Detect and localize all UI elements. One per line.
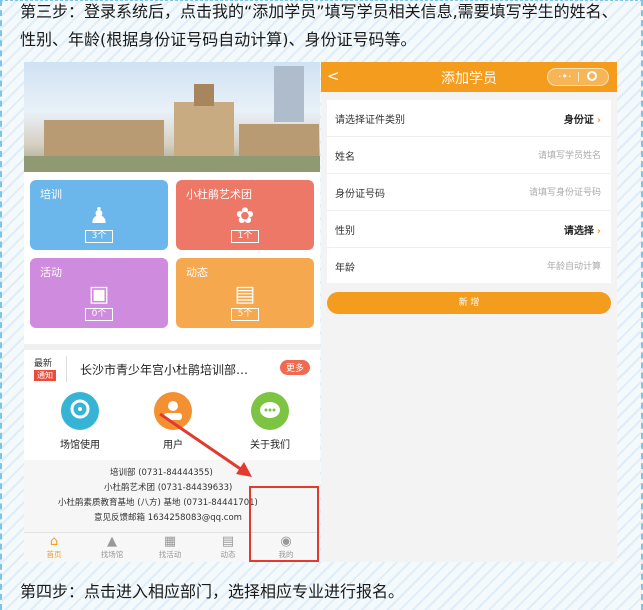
tab-home[interactable]: ⌂ 首页 xyxy=(28,535,80,560)
chevron-right-icon: › xyxy=(596,226,601,237)
tile-training[interactable]: 培训 ♟ 3个 xyxy=(30,180,168,250)
tile-title: 活动 xyxy=(40,266,62,279)
id-type-value: 身份证 xyxy=(563,115,594,126)
news-bar[interactable]: 最新 通知 长沙市青少年宫小杜鹃培训部… 更多 xyxy=(24,344,320,388)
divider xyxy=(66,356,67,382)
chat-icon[interactable] xyxy=(251,392,289,430)
nav-header: < 添加学员 ·•· xyxy=(321,62,617,92)
campus-banner xyxy=(24,62,320,172)
more-button[interactable]: 更多 xyxy=(280,360,311,375)
field-value: 请选择 › xyxy=(564,222,601,237)
location-icon[interactable] xyxy=(61,392,99,430)
tile-title: 小杜鹃艺术团 xyxy=(186,188,252,201)
tab-label: 找场馆 xyxy=(100,550,124,559)
id-type-field[interactable]: 请选择证件类别 身份证 › xyxy=(327,100,611,137)
annotation-highlight-box xyxy=(249,486,319,562)
tab-activities[interactable]: ▦ 找活动 xyxy=(144,535,196,560)
tab-venues[interactable]: ▲ 找场馆 xyxy=(86,535,138,560)
field-label: 年龄 xyxy=(335,263,355,274)
tab-feed[interactable]: ▤ 动态 xyxy=(202,535,254,560)
gender-field[interactable]: 性别 请选择 › xyxy=(327,211,611,248)
tab-label: 动态 xyxy=(220,550,236,559)
home-icon: ⌂ xyxy=(49,534,59,549)
id-number-placeholder: 请填写身份证号码 xyxy=(528,188,601,198)
contact-line: 小杜鹃艺术团 (0731-84439633) xyxy=(104,483,233,493)
field-label: 性别 xyxy=(335,226,355,237)
name-field[interactable]: 姓名 请填写学员姓名 xyxy=(327,137,611,174)
divider xyxy=(578,72,579,82)
gender-value: 请选择 xyxy=(563,226,594,237)
field-value: 身份证 › xyxy=(564,111,601,126)
age-placeholder: 年龄自动计算 xyxy=(546,262,601,272)
venue-icon: ▲ xyxy=(107,534,117,549)
latest-label: 最新 xyxy=(34,359,53,369)
flower-icon: ✿ xyxy=(235,204,255,229)
more-icon[interactable]: ·•· xyxy=(558,70,571,84)
activity-icon: ▦ xyxy=(163,534,177,549)
people-icon: ♟ xyxy=(89,204,109,229)
tile-title: 培训 xyxy=(40,188,62,201)
contact-line: 培训部 (0731-84444355) xyxy=(110,468,213,478)
step4-text: 第四步：点击进入相应部门，选择相应专业进行报名。 xyxy=(20,582,405,601)
contact-line: 意见反馈邮箱 1634258083@qq.com xyxy=(94,513,242,523)
step3-text: 第三步：登录系统后，点击我的“添加学员”填写学员相关信息,需要填写学生的姓名、性… xyxy=(20,2,618,49)
tile-count: 3个 xyxy=(85,230,113,243)
close-target-icon[interactable] xyxy=(587,71,597,81)
student-form: 请选择证件类别 身份证 › 姓名 请填写学员姓名 身份证号码 请填写身份证号码 性… xyxy=(327,100,611,283)
age-field: 年龄 年龄自动计算 xyxy=(327,248,611,284)
tile-art-troupe[interactable]: 小杜鹃艺术团 ✿ 1个 xyxy=(176,180,314,250)
id-number-field[interactable]: 身份证号码 请填写身份证号码 xyxy=(327,174,611,211)
add-button[interactable]: 新 增 xyxy=(327,292,611,314)
name-placeholder: 请填写学员姓名 xyxy=(537,151,601,161)
news-headline[interactable]: 长沙市青少年宫小杜鹃培训部… xyxy=(80,361,248,378)
shortcut-label: 用户 xyxy=(163,440,183,451)
tile-count: 5个 xyxy=(231,308,259,321)
notice-badge: 通知 xyxy=(34,370,56,381)
field-label: 姓名 xyxy=(335,152,355,163)
add-student-screenshot: < 添加学员 ·•· 请选择证件类别 身份证 › 姓名 请填写学员姓名 身份证号码… xyxy=(321,62,617,562)
field-label: 身份证号码 xyxy=(335,189,385,200)
shortcut-label: 场馆使用 xyxy=(60,440,100,451)
tab-label: 找活动 xyxy=(158,550,182,559)
feed-icon: ▤ xyxy=(221,534,235,549)
tile-count: 0个 xyxy=(85,308,113,321)
user-icon[interactable] xyxy=(154,392,192,430)
chevron-right-icon: › xyxy=(596,115,601,126)
gift-icon: ▣ xyxy=(88,282,110,307)
miniprogram-capsule[interactable]: ·•· xyxy=(547,68,609,86)
tile-activities[interactable]: 活动 ▣ 0个 xyxy=(30,258,168,328)
shortcut-row: 场馆使用 用户 关于我们 xyxy=(24,388,320,458)
news-icon: ▤ xyxy=(234,282,256,307)
tile-news[interactable]: 动态 ▤ 5个 xyxy=(176,258,314,328)
field-label: 请选择证件类别 xyxy=(335,115,405,126)
shortcut-label: 关于我们 xyxy=(250,440,290,451)
tab-label: 首页 xyxy=(46,550,62,559)
tile-title: 动态 xyxy=(186,266,208,279)
contact-line: 小杜鹃素质教育基地 (八方) 基地 (0731-84441701) xyxy=(58,498,258,508)
tile-count: 1个 xyxy=(231,230,259,243)
